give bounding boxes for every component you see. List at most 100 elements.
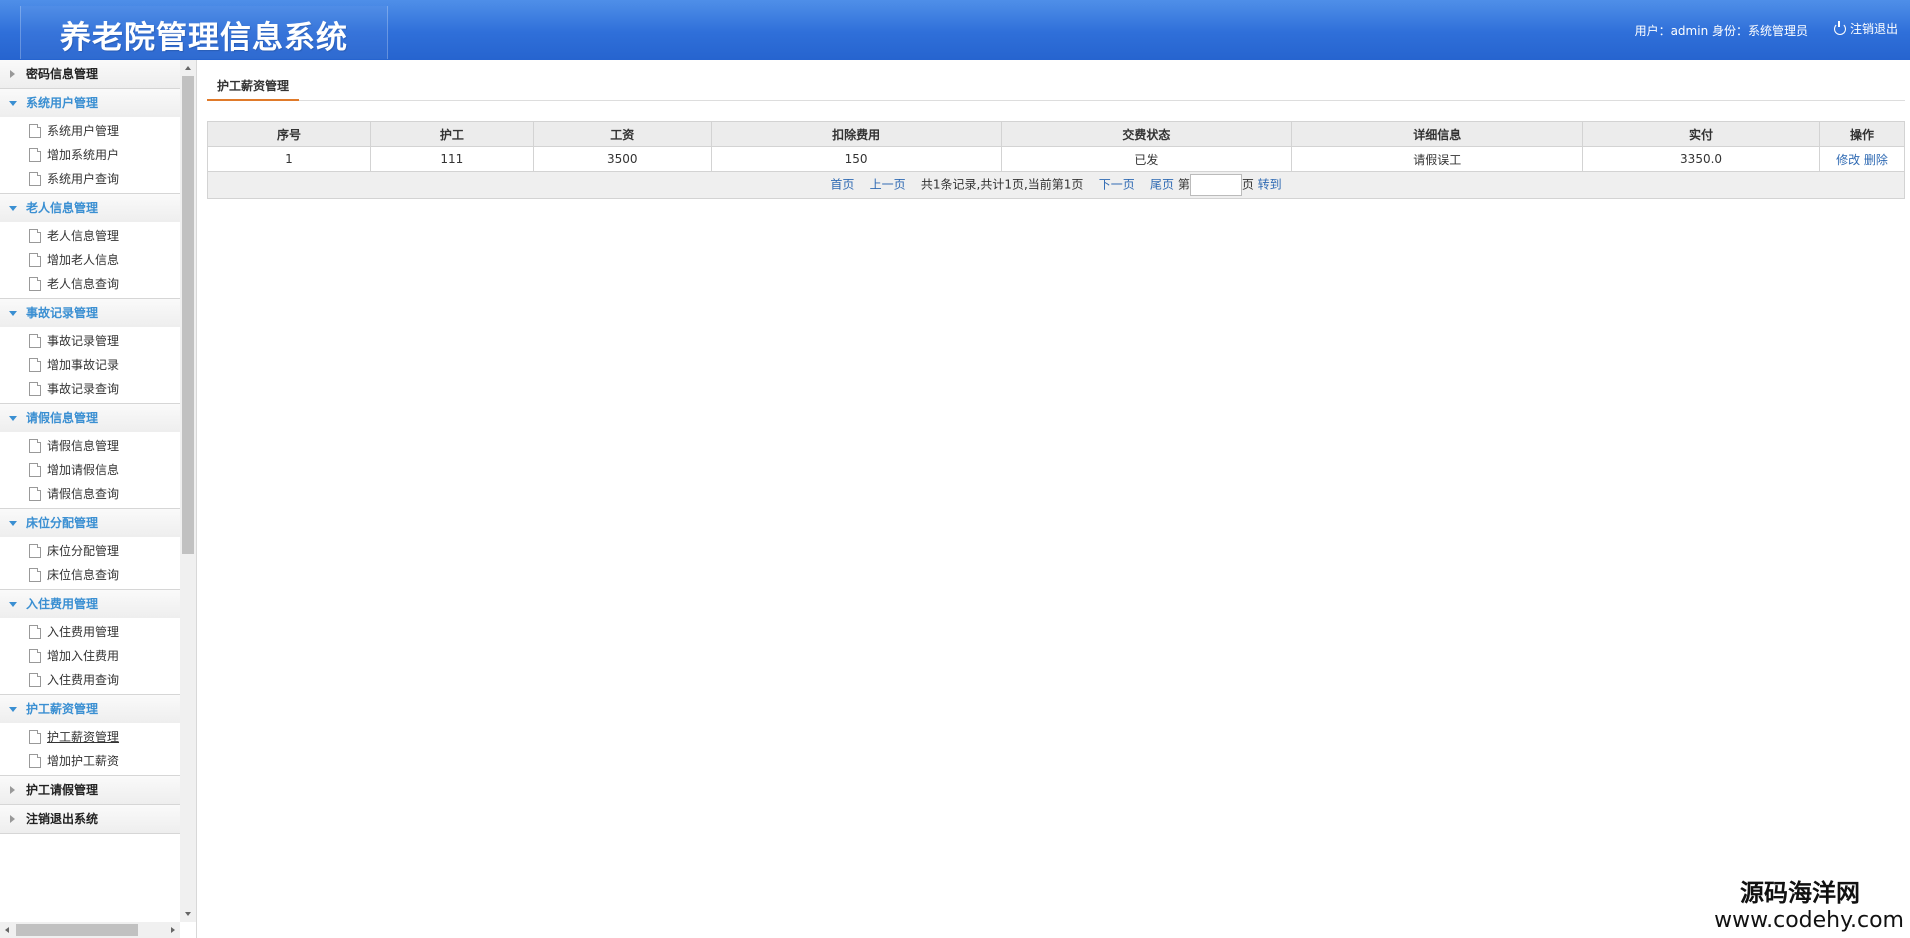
- sidebar-group: 护工薪资管理 护工薪资管理 增加护工薪资: [0, 695, 180, 776]
- pager-next[interactable]: 下一页: [1099, 178, 1135, 192]
- sidebar-group-items: 事故记录管理 增加事故记录事故记录查询: [0, 327, 180, 403]
- sidebar-item[interactable]: 系统用户管理: [0, 119, 180, 143]
- sidebar-group-header[interactable]: 密码信息管理: [0, 60, 180, 88]
- main-content: 护工薪资管理 序号 护工 工资 扣除费用 交费状态 详细信息 实付 操作 1 1…: [207, 60, 1906, 938]
- sidebar-item[interactable]: 增加老人信息: [0, 248, 180, 272]
- document-icon: [29, 229, 41, 243]
- sidebar-item[interactable]: 增加入住费用: [0, 644, 180, 668]
- sidebar-group-label: 事故记录管理: [26, 306, 99, 320]
- sidebar-item[interactable]: 床位分配管理: [0, 539, 180, 563]
- sidebar-group: 注销退出系统: [0, 805, 180, 834]
- pager-summary: 共1条记录,共计1页,当前第1页: [920, 177, 1084, 192]
- sidebar-item[interactable]: 护工薪资管理: [0, 725, 180, 749]
- sidebar-group-items: 护工薪资管理增加护工薪资: [0, 723, 180, 775]
- sidebar-group-header[interactable]: 床位分配管理: [0, 509, 180, 537]
- sidebar-item-label: 请假信息管理: [47, 439, 120, 453]
- sidebar-item-label: 系统用户查询: [47, 172, 120, 186]
- sidebar-item-label: 床位分配管理: [47, 544, 120, 558]
- pager-prev[interactable]: 上一页: [870, 178, 906, 192]
- sidebar-item[interactable]: 入住费用查询: [0, 668, 180, 692]
- sidebar-item[interactable]: 老人信息管理: [0, 224, 180, 248]
- sidebar-vertical-scrollbar[interactable]: [180, 60, 196, 922]
- sidebar-group-header[interactable]: 注销退出系统: [0, 805, 180, 833]
- sidebar-item[interactable]: 请假信息查询: [0, 482, 180, 506]
- sidebar-item[interactable]: 增加护工薪资: [0, 749, 180, 773]
- sidebar-group-header[interactable]: 老人信息管理: [0, 194, 180, 222]
- sidebar-group-header[interactable]: 入住费用管理: [0, 590, 180, 618]
- document-icon: [29, 673, 41, 687]
- pager-last[interactable]: 尾页: [1150, 178, 1174, 192]
- sidebar-item[interactable]: 床位信息查询: [0, 563, 180, 587]
- delete-link[interactable]: 删除: [1864, 153, 1888, 167]
- logout-link[interactable]: 注销退出: [1833, 20, 1898, 37]
- document-icon: [29, 625, 41, 639]
- document-icon: [29, 148, 41, 162]
- sidebar-group-header[interactable]: 事故记录管理: [0, 299, 180, 327]
- cell-salary: 3500: [532, 146, 712, 172]
- sidebar-group-items: 请假信息管理 增加请假信息请假信息查询: [0, 432, 180, 508]
- document-icon: [29, 568, 41, 582]
- scroll-down-icon[interactable]: [185, 912, 191, 916]
- sidebar-item[interactable]: 事故记录查询: [0, 377, 180, 401]
- document-icon: [29, 487, 41, 501]
- page-number-input[interactable]: [1189, 174, 1242, 196]
- cell-worker: 111: [369, 146, 534, 172]
- document-icon: [29, 544, 41, 558]
- sidebar-group-header[interactable]: 请假信息管理: [0, 404, 180, 432]
- pager-go[interactable]: 转到: [1258, 178, 1282, 192]
- pager-page-prefix: 第: [1177, 177, 1190, 192]
- sidebar-group-label: 床位分配管理: [26, 516, 99, 530]
- caret-down-icon: [9, 311, 17, 316]
- sidebar-horizontal-scrollbar[interactable]: [0, 922, 180, 938]
- watermark: 源码海洋网 www.codehy.com: [1714, 878, 1904, 934]
- sidebar-menu: 密码信息管理 系统用户管理 系统用户管理 增加系统用户 系统用户查询 老人信息管理 老人信息…: [0, 60, 180, 922]
- tab-salary-management[interactable]: 护工薪资管理: [207, 76, 300, 101]
- app-title: 养老院管理信息系统: [60, 20, 348, 56]
- sidebar-item-label: 护工薪资管理: [47, 730, 120, 744]
- sidebar-item[interactable]: 增加系统用户: [0, 143, 180, 167]
- sidebar-item[interactable]: 入住费用管理: [0, 620, 180, 644]
- scroll-up-icon[interactable]: [185, 66, 191, 70]
- scroll-right-icon[interactable]: [171, 927, 175, 933]
- col-header: 交费状态: [1000, 121, 1293, 147]
- sidebar-group-header[interactable]: 护工薪资管理: [0, 695, 180, 723]
- sidebar-item-label: 增加请假信息: [47, 463, 120, 477]
- sidebar-group-header[interactable]: 系统用户管理: [0, 89, 180, 117]
- user-info: 用户：admin 身份：系统管理员: [1634, 24, 1808, 38]
- caret-down-icon: [9, 602, 17, 607]
- sidebar-item[interactable]: 增加事故记录: [0, 353, 180, 377]
- sidebar-group-header[interactable]: 护工请假管理: [0, 776, 180, 804]
- sidebar-group: 密码信息管理: [0, 60, 180, 89]
- sidebar-group: 老人信息管理 老人信息管理 增加老人信息 老人信息查询: [0, 194, 180, 299]
- sidebar-group-label: 入住费用管理: [26, 597, 99, 611]
- sidebar-group: 护工请假管理: [0, 776, 180, 805]
- caret-down-icon: [9, 206, 17, 211]
- sidebar-item-label: 老人信息查询: [47, 277, 120, 291]
- caret-right-icon: [10, 815, 15, 823]
- scroll-left-icon[interactable]: [5, 927, 9, 933]
- cell-detail: 请假误工: [1291, 146, 1584, 172]
- scroll-thumb[interactable]: [182, 76, 194, 554]
- sidebar-item-label: 入住费用查询: [47, 673, 120, 687]
- tab-bar: 护工薪资管理: [207, 60, 1905, 101]
- sidebar-item[interactable]: 老人信息查询: [0, 272, 180, 296]
- cell-paid: 3350.0: [1582, 146, 1820, 172]
- caret-right-icon: [10, 70, 15, 78]
- sidebar-item[interactable]: 事故记录管理: [0, 329, 180, 353]
- table-header-row: 序号 护工 工资 扣除费用 交费状态 详细信息 实付 操作: [207, 121, 1906, 147]
- document-icon: [29, 754, 41, 768]
- sidebar-group-items: 床位分配管理床位信息查询: [0, 537, 180, 589]
- edit-link[interactable]: 修改: [1836, 153, 1860, 167]
- sidebar-group: 系统用户管理 系统用户管理增加系统用户 系统用户查询: [0, 89, 180, 194]
- sidebar-item[interactable]: 增加请假信息: [0, 458, 180, 482]
- sidebar-item-label: 事故记录查询: [47, 382, 120, 396]
- hscroll-thumb[interactable]: [16, 924, 138, 936]
- sidebar-group-label: 注销退出系统: [26, 812, 99, 826]
- document-icon: [29, 277, 41, 291]
- sidebar-item[interactable]: 系统用户查询: [0, 167, 180, 191]
- col-header: 操作: [1818, 121, 1906, 147]
- sidebar-group-label: 请假信息管理: [26, 411, 99, 425]
- sidebar-item[interactable]: 请假信息管理: [0, 434, 180, 458]
- pager-first[interactable]: 首页: [830, 178, 854, 192]
- sidebar-item-label: 增加系统用户: [47, 148, 120, 162]
